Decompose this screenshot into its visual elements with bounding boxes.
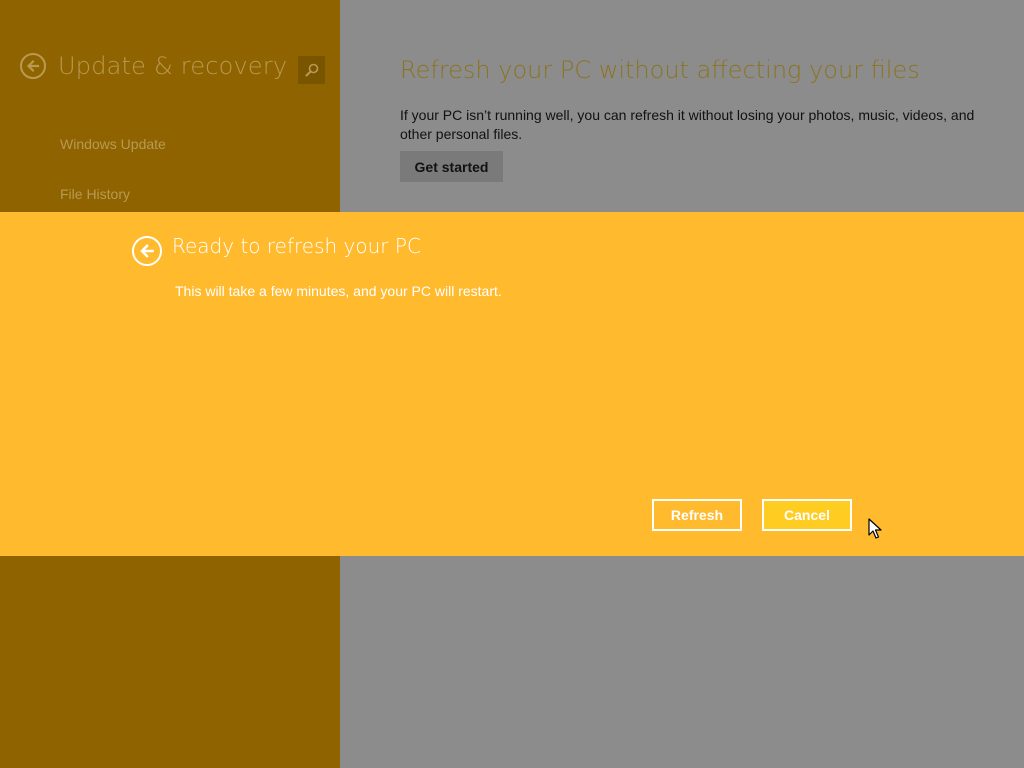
dialog-description: This will take a few minutes, and your P… [175,283,502,299]
section-title: Refresh your PC without affecting your f… [400,56,920,84]
get-started-button[interactable]: Get started [400,151,503,182]
search-button[interactable] [298,56,325,84]
section-description: If your PC isn’t running well, you can r… [400,107,975,142]
back-arrow-icon[interactable] [132,236,162,266]
search-icon [305,63,318,77]
sidebar-item-file-history[interactable]: File History [60,186,130,202]
back-arrow-glyph [140,244,154,258]
dialog-title: Ready to refresh your PC [172,234,421,258]
sidebar-item-windows-update[interactable]: Windows Update [60,136,166,152]
sidebar-title: Update & recovery [58,52,288,80]
sidebar-header: Update & recovery [20,52,287,80]
refresh-button[interactable]: Refresh [652,499,742,531]
cancel-button[interactable]: Cancel [762,499,852,531]
mouse-cursor-icon [868,518,882,539]
screen: Update & recovery Windows Update File Hi… [0,0,1024,768]
back-arrow-glyph [26,59,40,73]
back-arrow-icon[interactable] [20,53,46,79]
refresh-dialog: Ready to refresh your PC This will take … [0,212,1024,556]
